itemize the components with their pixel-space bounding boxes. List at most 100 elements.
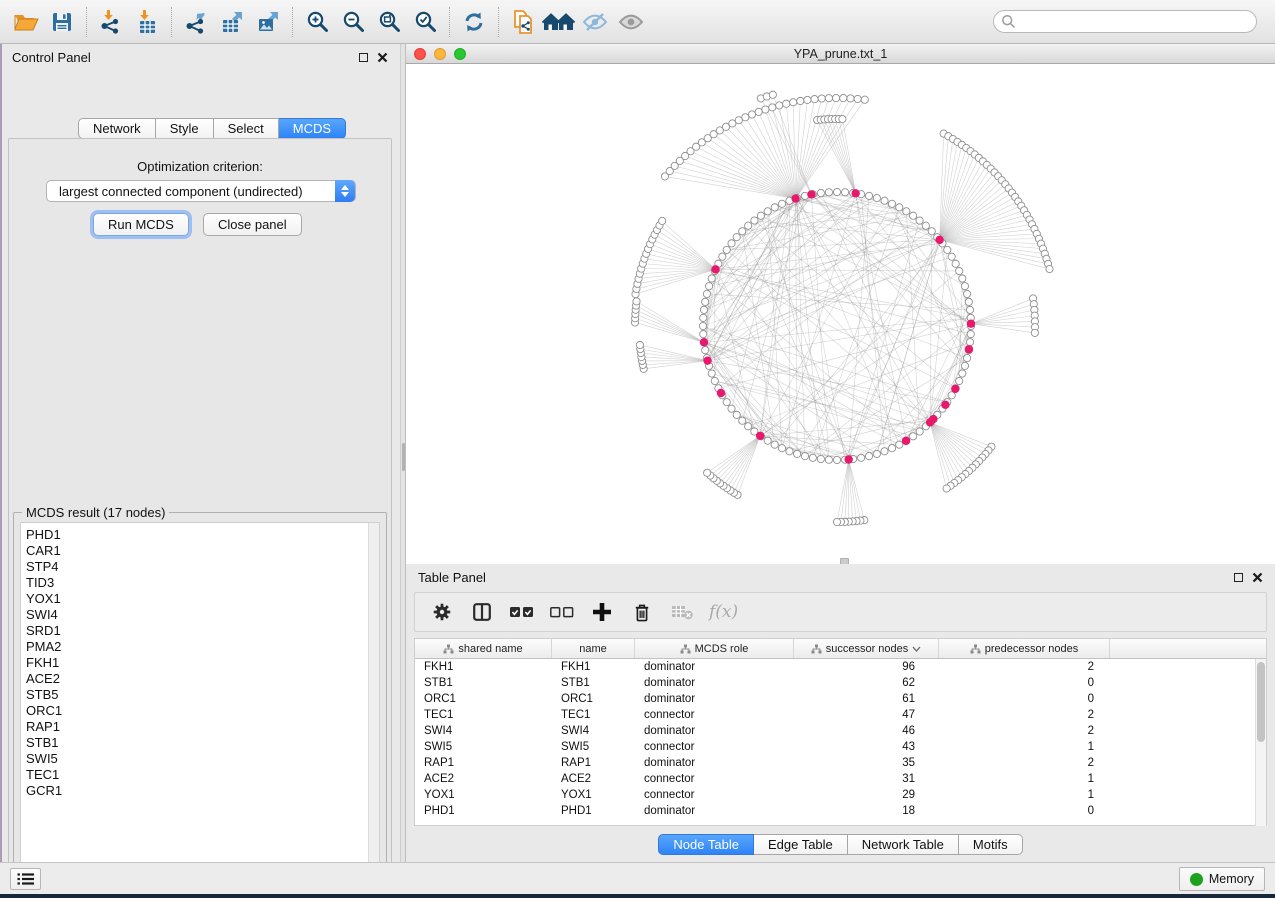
column-header-successor-nodes[interactable]: successor nodes <box>794 639 939 658</box>
ring-node[interactable] <box>916 428 923 435</box>
ring-node[interactable] <box>928 228 935 235</box>
satellite-node[interactable] <box>748 111 755 118</box>
float-panel-icon[interactable] <box>1234 573 1243 582</box>
export-image-button[interactable] <box>250 5 286 39</box>
satellite-node[interactable] <box>776 102 783 109</box>
satellite-node[interactable] <box>825 95 832 102</box>
satellite-node[interactable] <box>847 95 854 102</box>
mcds-result-item[interactable]: SRD1 <box>21 623 379 639</box>
ring-node[interactable] <box>964 290 971 297</box>
table-scrollbar-track[interactable] <box>1255 659 1266 826</box>
criterion-select[interactable]: largest connected component (undirected) <box>46 180 356 202</box>
tab-select[interactable]: Select <box>214 118 279 139</box>
ring-node[interactable] <box>700 314 707 321</box>
refresh-button[interactable] <box>456 5 492 39</box>
tab-style[interactable]: Style <box>156 118 214 139</box>
ring-node[interactable] <box>961 362 968 369</box>
zoom-selected-button[interactable] <box>407 5 443 39</box>
satellite-node[interactable] <box>762 106 769 113</box>
table-tab-edge-table[interactable]: Edge Table <box>754 834 848 855</box>
import-network-button[interactable] <box>93 5 129 39</box>
ring-node[interactable] <box>966 306 973 313</box>
ring-node[interactable] <box>728 405 735 412</box>
table-settings-button[interactable] <box>429 599 455 625</box>
ring-node[interactable] <box>702 347 709 354</box>
ring-node[interactable] <box>910 433 917 440</box>
ring-node[interactable] <box>705 283 712 290</box>
copy-style-button[interactable] <box>505 5 541 39</box>
ring-node[interactable] <box>964 354 971 361</box>
ring-node[interactable] <box>739 417 746 424</box>
mcds-result-item[interactable]: SWI4 <box>21 607 379 623</box>
ring-node[interactable] <box>757 212 764 219</box>
splitter-thumb[interactable] <box>402 443 405 471</box>
ring-node[interactable] <box>711 377 718 384</box>
mcds-node[interactable] <box>935 236 943 244</box>
ring-node[interactable] <box>956 267 963 274</box>
satellite-node[interactable] <box>704 469 711 476</box>
ring-node[interactable] <box>881 197 888 204</box>
add-column-button[interactable] <box>589 599 615 625</box>
ring-node[interactable] <box>723 399 730 406</box>
mcds-node[interactable] <box>951 385 959 393</box>
mcds-result-item[interactable]: STB1 <box>21 735 379 751</box>
table-row[interactable]: YOX1YOX1connector291 <box>415 787 1266 803</box>
mcds-result-item[interactable]: FKH1 <box>21 655 379 671</box>
satellite-node[interactable] <box>742 114 749 121</box>
mcds-result-item[interactable]: TID3 <box>21 575 379 591</box>
hide-selected-button[interactable] <box>577 5 613 39</box>
column-header-predecessor-nodes[interactable]: predecessor nodes <box>939 639 1110 658</box>
tab-network[interactable]: Network <box>78 118 156 139</box>
ring-node[interactable] <box>745 423 752 430</box>
ring-node[interactable] <box>903 208 910 215</box>
close-panel-icon[interactable] <box>377 52 388 63</box>
table-tab-network-table[interactable]: Network Table <box>848 834 959 855</box>
console-button[interactable] <box>10 868 41 890</box>
table-row[interactable]: SWI5SWI5connector431 <box>415 739 1266 755</box>
ring-node[interactable] <box>881 448 888 455</box>
mcds-node[interactable] <box>929 415 937 423</box>
ring-node[interactable] <box>825 456 832 463</box>
zoom-out-button[interactable] <box>335 5 371 39</box>
ring-node[interactable] <box>865 192 872 199</box>
search-input[interactable] <box>1016 15 1249 29</box>
table-row[interactable]: ORC1ORC1dominator610 <box>415 691 1266 707</box>
ring-node[interactable] <box>764 208 771 215</box>
mcds-node[interactable] <box>756 432 764 440</box>
mcds-result-item[interactable]: ORC1 <box>21 703 379 719</box>
memory-button[interactable]: Memory <box>1179 867 1265 891</box>
satellite-node[interactable] <box>943 485 950 492</box>
ring-node[interactable] <box>794 450 801 457</box>
ring-node[interactable] <box>873 450 880 457</box>
deselect-all-button[interactable] <box>549 599 575 625</box>
satellite-node[interactable] <box>840 94 847 101</box>
column-header-shared-name[interactable]: shared name <box>415 639 552 658</box>
ring-node[interactable] <box>699 322 706 329</box>
satellite-node[interactable] <box>804 96 811 103</box>
ring-node[interactable] <box>728 240 735 247</box>
ring-node[interactable] <box>916 217 923 224</box>
mcds-result-item[interactable]: RAP1 <box>21 719 379 735</box>
table-tab-node-table[interactable]: Node Table <box>658 834 754 855</box>
satellite-node[interactable] <box>854 95 861 102</box>
list-scrollbar-track[interactable] <box>368 523 379 875</box>
ring-node[interactable] <box>751 217 758 224</box>
show-all-button[interactable] <box>613 5 649 39</box>
ring-node[interactable] <box>948 253 955 260</box>
ring-node[interactable] <box>888 200 895 207</box>
satellite-node[interactable] <box>755 108 762 115</box>
mcds-node[interactable] <box>941 401 949 409</box>
ring-node[interactable] <box>841 189 848 196</box>
satellite-node[interactable] <box>797 97 804 104</box>
ring-node[interactable] <box>809 454 816 461</box>
mcds-result-item[interactable]: TEC1 <box>21 767 379 783</box>
mcds-node[interactable] <box>844 455 852 463</box>
ring-node[interactable] <box>764 437 771 444</box>
run-mcds-button[interactable]: Run MCDS <box>93 213 189 236</box>
first-neighbors-button[interactable] <box>541 5 577 39</box>
satellite-node[interactable] <box>833 518 840 525</box>
ring-node[interactable] <box>700 306 707 313</box>
satellite-node[interactable] <box>811 96 818 103</box>
ring-node[interactable] <box>965 298 972 305</box>
mcds-result-item[interactable]: GCR1 <box>21 783 379 799</box>
